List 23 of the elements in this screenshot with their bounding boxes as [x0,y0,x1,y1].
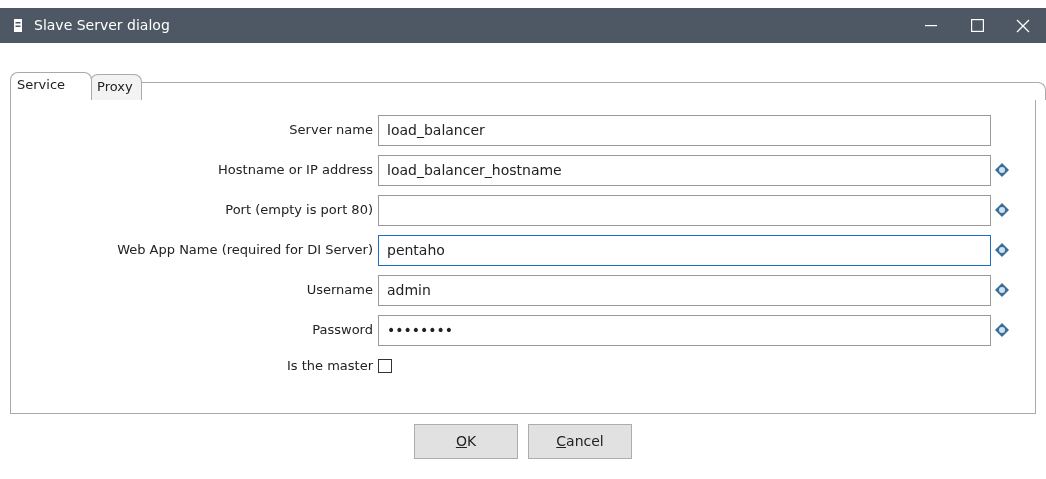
input-field[interactable]: pentaho [378,234,991,266]
field-label: Username [305,281,374,300]
input-field[interactable] [378,194,991,226]
input-field[interactable]: load_balancer_hostname [378,154,991,186]
field-label: Hostname or IP address [217,161,374,180]
field-label: Is the master [285,357,374,376]
field-label: Port (empty is port 80) [224,201,374,220]
dialog-button[interactable]: Cancel [528,424,632,459]
maximize-icon [970,19,984,32]
input-field[interactable]: admin [378,274,991,306]
dialog-button[interactable]: OK [414,424,518,459]
field-label: Web App Name (required for DI Server) [116,241,374,260]
checkbox[interactable] [378,359,392,373]
close-icon [1016,18,1030,33]
input-field[interactable]: •••••••• [378,314,991,346]
input-field[interactable]: load_balancer [378,114,991,146]
server-icon [14,19,22,32]
window-title: Slave Server dialog [34,16,170,35]
field-label: Server name [288,121,374,140]
minimize-icon [925,24,937,27]
tab[interactable]: Proxy [90,74,142,100]
field-label: Password [311,321,374,340]
tab[interactable]: Service [10,72,93,100]
